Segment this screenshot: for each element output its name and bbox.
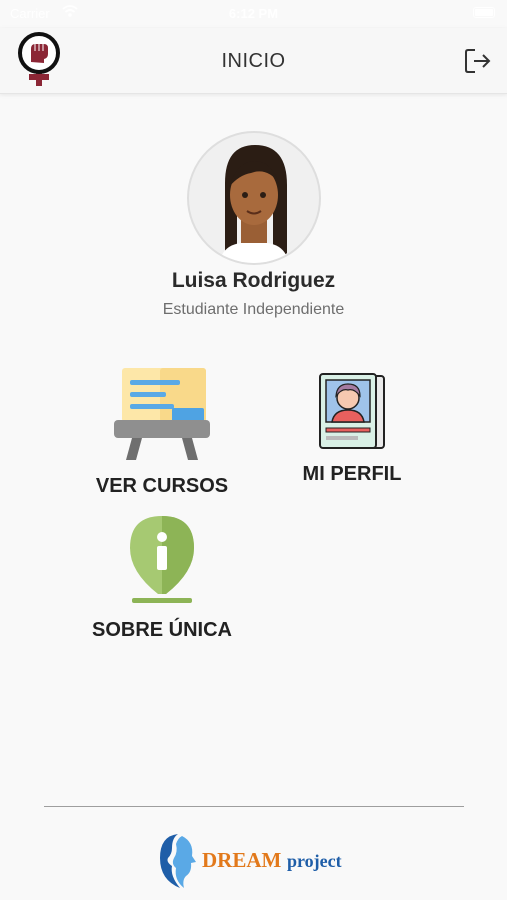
clock: 6:12 PM: [228, 6, 279, 21]
battery-icon: [473, 7, 495, 18]
project-wordmark: project: [287, 851, 342, 871]
dream-wordmark: DREAM: [202, 848, 282, 872]
avatar: [187, 131, 321, 265]
profile-card-icon: [282, 372, 422, 457]
ver-cursos-button[interactable]: VER CURSOS: [82, 366, 242, 498]
info-pin-icon: [82, 514, 242, 609]
dream-face-icon: [160, 834, 196, 888]
mi-perfil-button[interactable]: MI PERFIL: [282, 372, 422, 486]
mi-perfil-label: MI PERFIL: [302, 463, 402, 485]
ver-cursos-label: VER CURSOS: [95, 475, 229, 497]
status-bar: Carrier 6:12 PM: [0, 0, 507, 28]
logout-icon[interactable]: [463, 46, 493, 76]
sobre-unica-button[interactable]: SOBRE ÚNICA: [82, 514, 242, 642]
app-header: INICIO: [0, 28, 507, 94]
footer-divider: [44, 806, 464, 807]
page-title: INICIO: [221, 50, 286, 72]
sobre-unica-label: SOBRE ÚNICA: [91, 619, 232, 641]
user-name: Luisa Rodriguez: [171, 269, 336, 292]
classroom-board-icon: [82, 366, 242, 467]
dream-project-logo: DREAM project: [156, 832, 356, 890]
user-role: Estudiante Independiente: [162, 301, 345, 318]
